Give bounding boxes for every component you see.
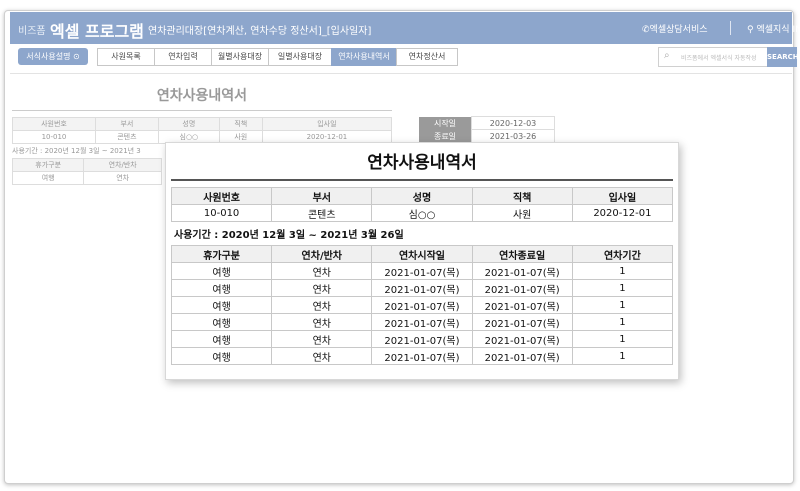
- col-leave-type: 휴가구분: [170, 245, 273, 263]
- leave-type-cell: 여행: [170, 330, 273, 348]
- brand-small: 비즈폼: [18, 26, 46, 37]
- header-divider: [730, 21, 731, 35]
- duration-cell: 1: [571, 313, 674, 331]
- leave-kind-cell: 연차: [271, 313, 373, 331]
- leave-type-cell: 여행: [170, 262, 273, 280]
- toolbar-divider: [10, 73, 792, 74]
- end-date-cell: 2021-01-07(목): [471, 262, 573, 280]
- duration-cell: 1: [571, 262, 674, 280]
- background-employee-table: 사원번호 부서 성명 직책 입사일 10-010 콘텐츠 심○○ 사원 2020…: [12, 117, 393, 144]
- tab-leave-settlement[interactable]: 연차정산서: [396, 48, 458, 66]
- leave-kind-cell: 연차: [271, 347, 373, 365]
- bg-header-cell: 부서: [94, 117, 159, 131]
- col-start-date: 연차시작일: [371, 245, 473, 263]
- start-date-cell: 2021-01-07(목): [371, 313, 473, 331]
- table-row: 여행 연차 2021-01-07(목) 2021-01-07(목) 1: [170, 347, 674, 365]
- bg-header-cell: 연차/반차: [83, 158, 162, 172]
- leave-kind-cell: 연차: [271, 330, 373, 348]
- consult-link[interactable]: ✆엑셀상담서비스: [642, 22, 708, 35]
- leave-kind-cell: 연차: [271, 279, 373, 297]
- background-leave-table: 휴가구분 연차/반차 여행 연차: [11, 158, 162, 185]
- leave-usage-table: 휴가구분 연차/반차 연차시작일 연차종료일 연차기간 여행 연차 2021-0…: [170, 245, 674, 365]
- report-zoom-panel: 연차사용내역서 사원번호 부서 성명 직책 입사일 10-010 콘텐츠 심○○…: [165, 142, 679, 380]
- tab-leave-input[interactable]: 연차입력: [154, 48, 212, 66]
- search-button[interactable]: SEARCH: [767, 47, 799, 67]
- table-row: 여행 연차 2021-01-07(목) 2021-01-07(목) 1: [170, 279, 674, 297]
- bg-header-cell: 휴가구분: [11, 158, 85, 172]
- app-brand: 엑셀 프로그램: [50, 22, 144, 41]
- duration-cell: 1: [571, 279, 674, 297]
- page-title: 연차관리대장[연차계산, 연차수당 정산서]_[입사일자]: [148, 26, 372, 37]
- end-date-cell: 2021-01-07(목): [471, 347, 573, 365]
- leave-kind-cell: 연차: [271, 296, 373, 314]
- start-date-cell: 2021-01-07(목): [371, 296, 473, 314]
- table-row: 여행 연차 2021-01-07(목) 2021-01-07(목) 1: [170, 313, 674, 331]
- duration-cell: 1: [571, 330, 674, 348]
- start-date-value: 2020-12-03: [471, 116, 555, 130]
- start-date-cell: 2021-01-07(목): [371, 347, 473, 365]
- leave-type-cell: 여행: [170, 347, 273, 365]
- bg-value-cell: 콘텐츠: [94, 130, 159, 144]
- end-date-cell: 2021-01-07(목): [471, 279, 573, 297]
- start-date-cell: 2021-01-07(목): [371, 262, 473, 280]
- col-leave-kind: 연차/반차: [271, 245, 373, 263]
- col-employee-id: 사원번호: [170, 187, 273, 205]
- col-department: 부서: [271, 187, 373, 205]
- guide-button[interactable]: 서식사용설명 ⊙: [18, 48, 88, 65]
- employee-id-cell: 10-010: [170, 204, 273, 222]
- name-cell: 심○○: [371, 204, 473, 222]
- search-icon: ⌕: [664, 50, 670, 61]
- department-cell: 콘텐츠: [271, 204, 373, 222]
- bg-header-cell: 입사일: [261, 117, 393, 131]
- end-date-cell: 2021-01-07(목): [471, 296, 573, 314]
- tab-leave-usage-report[interactable]: 연차사용내역서: [331, 48, 397, 66]
- start-date-cell: 2021-01-07(목): [371, 330, 473, 348]
- col-position: 직책: [471, 187, 573, 205]
- end-date-label: 종료일: [419, 129, 472, 143]
- position-cell: 사원: [471, 204, 573, 222]
- tab-bar: 사원목록 연차입력 월별사용대장 일별사용대장 연차사용내역서 연차정산서: [97, 48, 458, 66]
- bg-header-cell: 직책: [218, 117, 263, 131]
- col-hire-date: 입사일: [571, 187, 674, 205]
- app-header: 비즈폼 엑셀 프로그램 연차관리대장[연차계산, 연차수당 정산서]_[입사일자…: [10, 12, 800, 44]
- usage-period: 사용기간 : 2020년 12월 3일 ~ 2021년 3월 26일: [174, 230, 404, 241]
- leave-kind-cell: 연차: [271, 262, 373, 280]
- col-end-date: 연차종료일: [471, 245, 573, 263]
- table-row: 여행 연차 2021-01-07(목) 2021-01-07(목) 1: [170, 296, 674, 314]
- col-name: 성명: [371, 187, 473, 205]
- leave-type-cell: 여행: [170, 313, 273, 331]
- search-input[interactable]: ⌕ 비즈폼에서 엑셀서식 자동작성: [658, 47, 768, 67]
- bg-value-cell: 10-010: [12, 130, 96, 144]
- start-date-label: 시작일: [419, 116, 472, 130]
- tab-employee-list[interactable]: 사원목록: [97, 48, 155, 66]
- duration-cell: 1: [571, 347, 674, 365]
- report-title: 연차사용내역서: [171, 147, 673, 181]
- table-row: 여행 연차 2021-01-07(목) 2021-01-07(목) 1: [170, 262, 674, 280]
- bg-header-cell: 성명: [157, 117, 220, 131]
- end-date-value: 2021-03-26: [471, 129, 555, 143]
- tab-monthly-ledger[interactable]: 월별사용대장: [211, 48, 269, 66]
- leave-type-cell: 여행: [170, 296, 273, 314]
- bg-value-cell: 연차: [83, 171, 162, 185]
- bg-value-cell: 여행: [11, 171, 85, 185]
- table-row: 여행 연차 2021-01-07(목) 2021-01-07(목) 1: [170, 330, 674, 348]
- start-date-cell: 2021-01-07(목): [371, 279, 473, 297]
- duration-cell: 1: [571, 296, 674, 314]
- hire-date-cell: 2020-12-01: [571, 204, 674, 222]
- leave-type-cell: 여행: [170, 279, 273, 297]
- tab-daily-ledger[interactable]: 일별사용대장: [268, 48, 332, 66]
- period-summary-table: 시작일 2020-12-03 종료일 2021-03-26: [419, 116, 555, 143]
- end-date-cell: 2021-01-07(목): [471, 330, 573, 348]
- location-pin-icon: ⚲: [747, 25, 754, 35]
- end-date-cell: 2021-01-07(목): [471, 313, 573, 331]
- employee-info-table: 사원번호 부서 성명 직책 입사일 10-010 콘텐츠 심○○ 사원 2020…: [170, 187, 674, 222]
- background-report-title: 연차사용내역서: [12, 82, 392, 111]
- col-duration: 연차기간: [571, 245, 674, 263]
- bg-header-cell: 사원번호: [12, 117, 96, 131]
- arrow-circle-icon: ⊙: [73, 52, 80, 61]
- knowledge-link[interactable]: ⚲ 엑셀지식 IN: [747, 22, 800, 35]
- phone-icon: ✆: [642, 25, 650, 35]
